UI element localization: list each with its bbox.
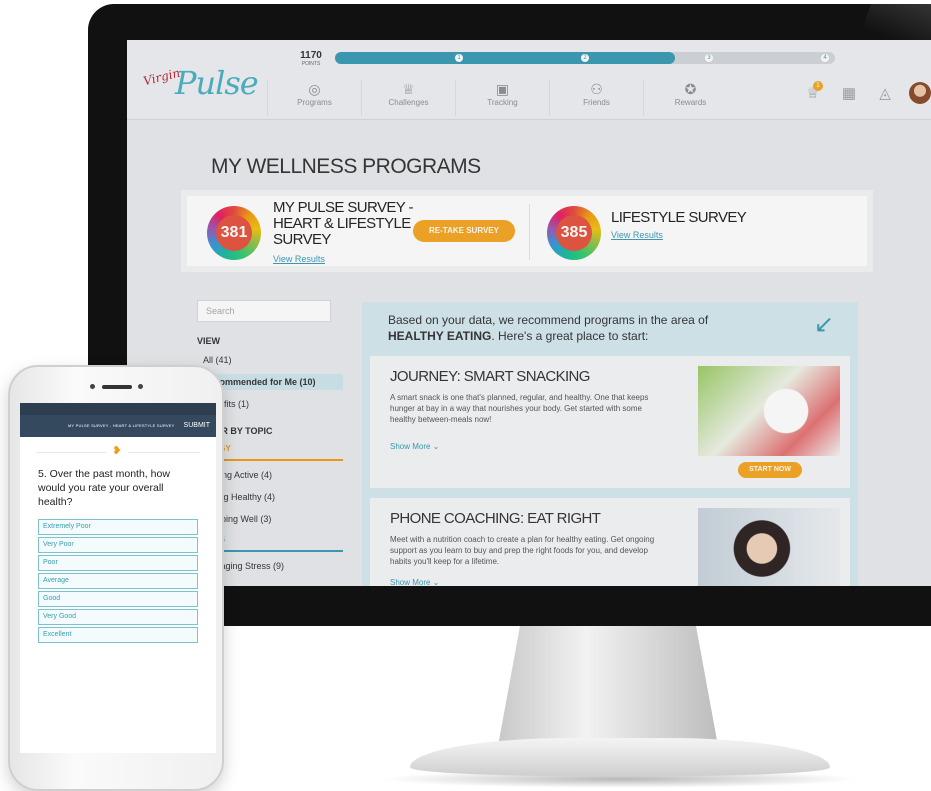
- card-description: Meet with a nutrition coach to create a …: [390, 535, 655, 566]
- show-more-label: Show More: [390, 442, 431, 451]
- nav-friends-label: Friends: [583, 98, 610, 107]
- main-nav: ◎ Programs ♕ Challenges ▣ Tracking ⚇ Fri…: [267, 80, 737, 116]
- page-title: MY WELLNESS PROGRAMS: [211, 155, 481, 178]
- option-very-good[interactable]: Very Good: [38, 609, 198, 625]
- submit-button[interactable]: SUBMIT: [184, 422, 210, 429]
- chevron-down-icon: ⌄: [432, 442, 440, 451]
- survey-title-heart: MY PULSE SURVEY - HEART & LIFESTYLE SURV…: [273, 200, 413, 248]
- card-title: JOURNEY: SMART SNACKING: [390, 368, 590, 385]
- progress-step-3: 3: [705, 54, 713, 62]
- retake-survey-button[interactable]: RE-TAKE SURVEY: [413, 220, 515, 242]
- level-progress-fill: [335, 52, 675, 64]
- show-more-link[interactable]: Show More ⌄: [390, 442, 439, 451]
- phone-mockup: MY PULSE SURVEY - HEART & LIFESTYLE SURV…: [8, 365, 224, 791]
- heart-pulse-icon: ❥: [106, 444, 128, 460]
- nav-challenges[interactable]: ♕ Challenges: [361, 80, 455, 116]
- progress-step-1: 1: [455, 54, 463, 62]
- points-label: POINTS: [301, 61, 321, 67]
- view-results-lifestyle-link[interactable]: View Results: [611, 230, 663, 240]
- nav-programs[interactable]: ◎ Programs: [267, 80, 361, 116]
- program-card-smart-snacking[interactable]: JOURNEY: SMART SNACKING A smart snack is…: [370, 356, 850, 488]
- nav-rewards[interactable]: ✪ Rewards: [643, 80, 737, 116]
- answer-options: Extremely Poor Very Poor Poor Average Go…: [38, 519, 198, 643]
- snack-image: [698, 366, 840, 456]
- friends-icon: ⚇: [590, 81, 603, 97]
- phone-screen: MY PULSE SURVEY - HEART & LIFESTYLE SURV…: [20, 403, 216, 753]
- survey-title-heart-line1: MY PULSE SURVEY -: [273, 199, 413, 216]
- coach-image: [698, 508, 840, 586]
- card-description: A smart snack is one that's planned, reg…: [390, 393, 649, 424]
- nav-tracking[interactable]: ▣ Tracking: [455, 80, 549, 116]
- score-badge-heart: 381: [207, 206, 261, 260]
- view-results-heart-link[interactable]: View Results: [273, 254, 325, 264]
- trophy-icon: ♕: [402, 81, 415, 97]
- phone-camera: [90, 384, 95, 389]
- avatar[interactable]: [909, 82, 931, 104]
- banner-line2-text: . Here's a great place to start:: [491, 329, 649, 343]
- survey-title-lifestyle: LIFESTYLE SURVEY: [611, 209, 747, 226]
- option-extremely-poor[interactable]: Extremely Poor: [38, 519, 198, 535]
- survey-title-heart-line3: SURVEY: [273, 231, 331, 248]
- recommendations-panel: Based on your data, we recommend program…: [362, 302, 858, 586]
- nav-friends[interactable]: ⚇ Friends: [549, 80, 643, 116]
- chevron-down-icon: ⌄: [432, 578, 440, 586]
- survey-divider: [529, 204, 530, 260]
- header-actions: ♕ 1 ▦ ◬: [795, 81, 931, 104]
- option-very-poor[interactable]: Very Poor: [38, 537, 198, 553]
- phone-speaker: [102, 385, 132, 389]
- banner-line2: HEALTHY EATING. Here's a great place to …: [388, 328, 708, 344]
- start-now-button[interactable]: START NOW: [738, 462, 802, 478]
- option-good[interactable]: Good: [38, 591, 198, 607]
- points-counter: 1170 POINTS: [293, 50, 329, 67]
- progress-step-4: 4: [821, 54, 829, 62]
- bell-icon[interactable]: ◬: [867, 84, 903, 102]
- banner-line1: Based on your data, we recommend program…: [388, 313, 709, 327]
- nav-tracking-label: Tracking: [487, 98, 518, 107]
- device-mockup: Virgin Pulse 1170 POINTS 1 2 3 4 ◎ Progr…: [0, 0, 931, 791]
- rewards-icon: ✪: [684, 81, 697, 97]
- option-excellent[interactable]: Excellent: [38, 627, 198, 643]
- phone-separator: ❥: [20, 437, 216, 467]
- search-input[interactable]: Search: [197, 300, 331, 322]
- top-navigation-bar: Virgin Pulse 1170 POINTS 1 2 3 4 ◎ Progr…: [127, 40, 931, 120]
- nav-programs-label: Programs: [297, 98, 332, 107]
- score-value-heart: 381: [216, 215, 252, 251]
- option-average[interactable]: Average: [38, 573, 198, 589]
- view-item-all[interactable]: All (41): [197, 352, 343, 368]
- phone-sensor: [138, 384, 143, 389]
- survey-title-heart-line2: HEART & LIFESTYLE: [273, 215, 411, 232]
- score-value-lifestyle: 385: [556, 215, 592, 251]
- option-poor[interactable]: Poor: [38, 555, 198, 571]
- show-more-link[interactable]: Show More ⌄: [390, 578, 439, 586]
- program-card-phone-coaching[interactable]: PHONE COACHING: EAT RIGHT Meet with a nu…: [370, 498, 850, 586]
- points-value: 1170: [300, 50, 322, 61]
- monitor-screen: Virgin Pulse 1170 POINTS 1 2 3 4 ◎ Progr…: [127, 40, 931, 586]
- pulse-logo[interactable]: Pulse: [175, 64, 259, 102]
- arrow-down-left-icon: ↙: [813, 311, 834, 338]
- trophy-badge: 1: [813, 81, 823, 91]
- view-heading: VIEW: [197, 336, 221, 346]
- calendar-icon[interactable]: ▦: [831, 84, 867, 102]
- phone-status-bar: [20, 403, 216, 415]
- monitor-stand-base: [410, 738, 830, 776]
- globe-icon: ◎: [308, 81, 321, 97]
- survey-summary-bar: 381 MY PULSE SURVEY - HEART & LIFESTYLE …: [181, 190, 873, 272]
- nav-rewards-label: Rewards: [674, 98, 707, 107]
- phone-survey-title: MY PULSE SURVEY - HEART & LIFESTYLE SURV…: [68, 423, 175, 428]
- survey-question: 5. Over the past month, how would you ra…: [38, 468, 170, 508]
- show-more-label: Show More: [390, 578, 431, 586]
- phone-home-area: [102, 765, 132, 775]
- phone-survey-header: MY PULSE SURVEY - HEART & LIFESTYLE SURV…: [20, 415, 216, 437]
- recommendation-banner: Based on your data, we recommend program…: [388, 312, 708, 344]
- trophy-notifications-icon[interactable]: ♕ 1: [795, 81, 831, 102]
- monitor-stand-neck: [498, 626, 718, 746]
- score-badge-lifestyle: 385: [547, 206, 601, 260]
- progress-step-2: 2: [581, 54, 589, 62]
- banner-emphasis: HEALTHY EATING: [388, 329, 492, 343]
- card-title: PHONE COACHING: EAT RIGHT: [390, 510, 601, 527]
- calendar-check-icon: ▣: [495, 81, 510, 97]
- level-progress-bar: 1 2 3 4: [335, 52, 835, 64]
- nav-challenges-label: Challenges: [388, 98, 429, 107]
